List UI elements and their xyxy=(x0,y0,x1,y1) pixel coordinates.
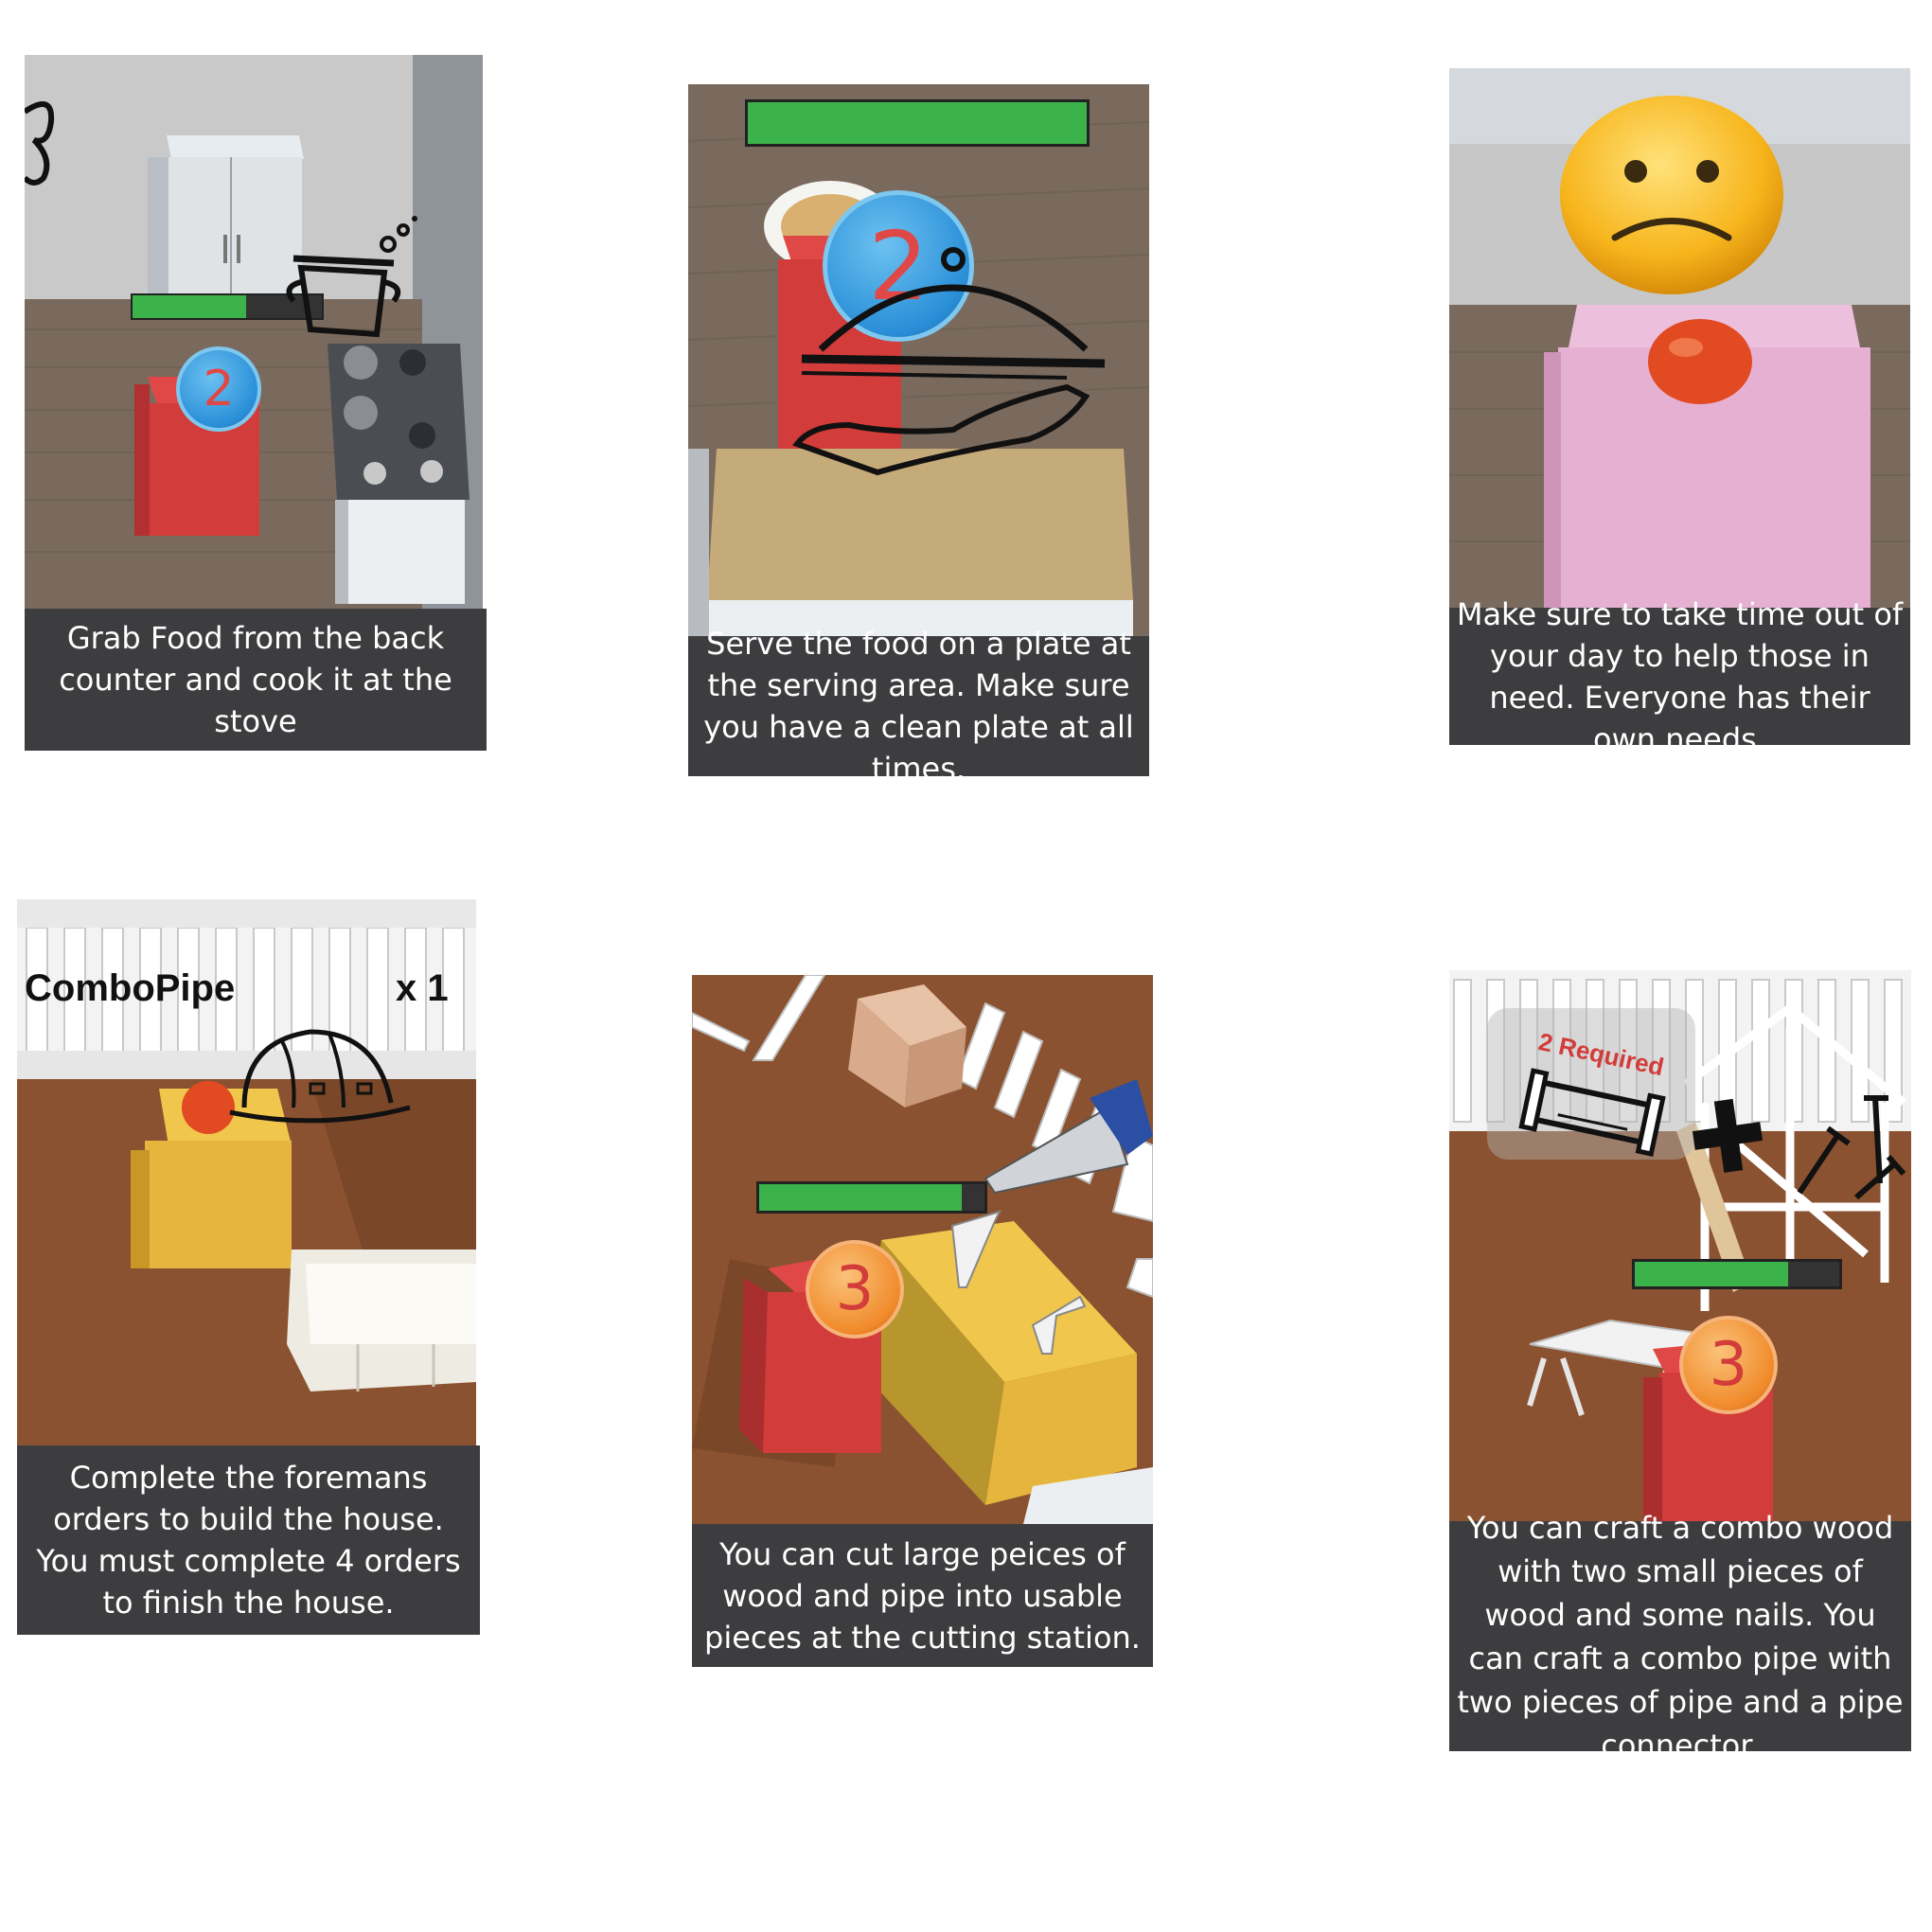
badge-number: 3 xyxy=(1709,1330,1748,1400)
panel-crafting: 2 Required 3 You can craft a combo wood … xyxy=(1449,970,1911,1764)
caption-crafting: You can craft a combo wood with two smal… xyxy=(1449,1510,1911,1764)
order-count-badge: 3 xyxy=(806,1240,904,1338)
scene-cutting-station xyxy=(692,975,1153,1524)
serving-cloche-icon xyxy=(792,247,1106,476)
order-count-badge: 2 xyxy=(176,346,261,432)
saw-icon xyxy=(692,975,693,976)
cooking-pot-icon xyxy=(286,216,417,338)
order-item-count: x 1 xyxy=(396,967,449,1009)
order-item-name: ComboPipe xyxy=(25,967,236,1009)
panel-serve: 2 Serve the food on a plate at the servi… xyxy=(688,84,1149,787)
panel-foreman: ComboPipe x 1 Complete the foremans orde… xyxy=(17,899,480,1635)
crafting-progress-fill xyxy=(1635,1262,1788,1286)
cook-progress-fill xyxy=(133,295,246,318)
caption-serve: Serve the food on a plate at the serving… xyxy=(688,626,1149,787)
caption-cook: Grab Food from the back counter and cook… xyxy=(25,609,487,751)
serve-progress-bar xyxy=(745,99,1090,147)
panel-help: Make sure to take time out of your day t… xyxy=(1449,68,1910,757)
sad-face-icon xyxy=(1560,96,1783,294)
hard-hat-icon xyxy=(229,1029,411,1124)
badge-number: 3 xyxy=(835,1254,875,1324)
cutting-progress-bar xyxy=(756,1181,987,1214)
panel-cook: 2 Grab Food from the back counter and co… xyxy=(25,55,487,751)
pipe-plus-nails-icon xyxy=(1518,1068,1906,1200)
crafting-progress-bar xyxy=(1632,1259,1842,1289)
badge-number: 2 xyxy=(203,361,235,417)
caption-help: Make sure to take time out of your day t… xyxy=(1449,596,1910,757)
caption-cutting: You can cut large peices of wood and pip… xyxy=(692,1524,1153,1667)
serve-progress-fill xyxy=(748,102,1087,144)
cutting-progress-fill xyxy=(759,1184,963,1211)
panel-cutting: 3 You can cut large peices of wood and p… xyxy=(692,975,1153,1667)
scene-crafting-bench xyxy=(1449,970,1911,1521)
caption-foreman: Complete the foremans orders to build th… xyxy=(17,1445,480,1635)
order-count-badge: 3 xyxy=(1679,1316,1778,1414)
